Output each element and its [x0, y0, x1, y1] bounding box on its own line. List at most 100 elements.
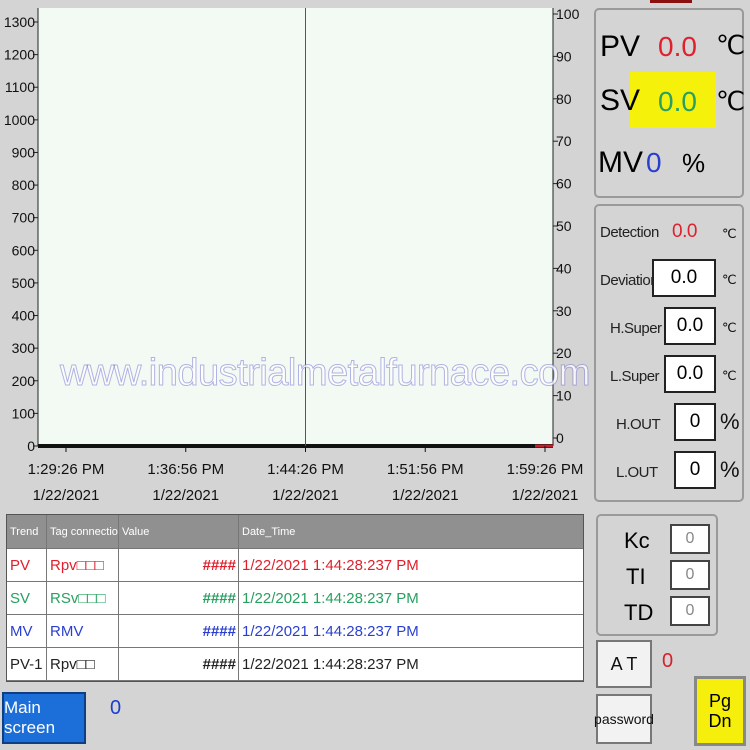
header-trend: Trend [7, 515, 47, 548]
watermark: www.industrialmetalfurnace.com [60, 352, 591, 395]
tag-cell: Rpv□□□ [47, 549, 119, 581]
pid-panel: Kc 0 TI 0 TD 0 [596, 514, 718, 636]
left-tick-label: 900 [12, 144, 36, 160]
auto-tune-status: 0 [662, 650, 674, 672]
mv-unit: % [682, 148, 706, 178]
left-tick-label: 1200 [4, 47, 35, 63]
value-cell: #### [119, 615, 239, 647]
td-input[interactable]: 0 [670, 596, 710, 626]
header-tag-connection: Tag connection [47, 515, 119, 548]
date-cell: 1/22/2021 1:44:28:237 PM [242, 655, 419, 673]
lsuper-unit: ℃ [722, 368, 737, 383]
value-cell: #### [119, 582, 239, 614]
ti-input[interactable]: 0 [670, 560, 710, 590]
trend-table: Trend Tag connection Value Date_Time PV R… [6, 514, 584, 682]
sv-unit: ℃ [716, 86, 746, 116]
right-tick-label: 70 [556, 133, 572, 149]
page-down-label-2: Dn [708, 711, 732, 731]
hsuper-label: H.Super [610, 320, 662, 337]
sv-label: SV [600, 84, 641, 117]
mv-value: 0 [646, 147, 662, 178]
hout-unit: % [720, 409, 740, 434]
tag-cell: RMV [47, 615, 119, 647]
deviation-unit: ℃ [722, 272, 737, 287]
x-tick-date: 1/22/2021 [33, 487, 100, 504]
left-tick-label: 800 [12, 177, 36, 193]
password-button[interactable]: password [594, 694, 654, 744]
trend-cell: PV [7, 549, 47, 581]
left-tick-label: 300 [12, 340, 36, 356]
main-screen-button[interactable]: Main screen [2, 692, 86, 744]
lsuper-input[interactable]: 0.0 [664, 355, 716, 393]
top-indicator-bar [650, 0, 692, 3]
left-tick-label: 100 [12, 405, 36, 421]
right-tick-label: 40 [556, 260, 572, 276]
lsuper-label: L.Super [610, 368, 660, 385]
trend-cell: PV-1 [7, 648, 47, 680]
left-tick-label: 400 [12, 308, 36, 324]
left-tick-label: 1100 [5, 79, 35, 95]
value-cell: #### [119, 648, 239, 680]
pv-value: 0.0 [658, 31, 697, 62]
page-down-label-1: Pg [708, 691, 732, 711]
table-header-row: Trend Tag connection Value Date_Time [7, 515, 583, 549]
table-row: MV RMV #### 1/22/2021 1:44:28:237 PM [7, 615, 583, 648]
right-tick-label: 90 [556, 48, 572, 64]
main-screen-value: 0 [110, 697, 122, 719]
left-tick-label: 600 [12, 242, 36, 258]
lout-unit: % [720, 457, 740, 482]
right-tick-label: 60 [556, 176, 572, 192]
x-tick-date: 1/22/2021 [152, 487, 219, 504]
trend-cell: MV [7, 615, 47, 647]
x-tick-time: 1:36:56 PM [147, 461, 224, 478]
date-cell: 1/22/2021 1:44:28:237 PM [242, 622, 419, 640]
auto-tune-button[interactable]: A T [596, 640, 652, 688]
x-tick-time: 1:29:26 PM [28, 461, 105, 478]
left-tick-label: 200 [12, 373, 36, 389]
left-tick-label: 500 [12, 275, 36, 291]
left-tick-label: 700 [12, 210, 36, 226]
x-tick-date: 1/22/2021 [512, 487, 579, 504]
hsuper-unit: ℃ [722, 320, 737, 335]
header-date-time: Date_Time [242, 525, 296, 538]
trend-cell: SV [7, 582, 47, 614]
left-tick-label: 1000 [4, 112, 35, 128]
process-value-panel: PV 0.0 ℃ SV 0.0 ℃ MV 0 % [594, 8, 746, 198]
kc-input[interactable]: 0 [670, 524, 710, 554]
trend-chart: 0 100 200 300 400 500 600 700 800 900 1000 1100 1200… [0, 0, 592, 512]
table-row: PV-1 Rpv□□ #### 1/22/2021 1:44:28:237 PM [7, 648, 583, 681]
x-tick-time: 1:44:26 PM [267, 461, 344, 478]
header-value: Value [119, 515, 239, 548]
kc-label: Kc [624, 528, 650, 553]
date-cell: 1/22/2021 1:44:28:237 PM [242, 589, 419, 607]
detection-label: Detection [600, 224, 659, 241]
page-down-button[interactable]: Pg Dn [694, 676, 746, 746]
alarm-settings-panel: Detection 0.0 ℃ Deviation 0.0 ℃ H.Super … [594, 204, 744, 502]
tag-cell: RSv□□□ [47, 582, 119, 614]
mv-label: MV [598, 146, 643, 179]
tag-cell: Rpv□□ [47, 648, 119, 680]
sv-value[interactable]: 0.0 [658, 86, 697, 118]
lout-input[interactable]: 0 [674, 451, 716, 489]
x-tick-time: 1:51:56 PM [387, 461, 464, 478]
left-tick-label: 0 [27, 438, 35, 454]
trend-chart-svg: 0100200300400500600700800900100011001200… [4, 6, 584, 504]
deviation-input[interactable]: 0.0 [652, 259, 716, 297]
td-label: TD [624, 600, 654, 625]
detection-value: 0.0 [672, 221, 697, 242]
right-tick-label: 100 [556, 6, 580, 22]
detection-unit: ℃ [722, 226, 737, 241]
x-tick-date: 1/22/2021 [272, 487, 339, 504]
hout-input[interactable]: 0 [674, 403, 716, 441]
pv-label: PV [600, 30, 641, 63]
x-tick-time: 1:59:26 PM [507, 461, 584, 478]
table-row: PV Rpv□□□ #### 1/22/2021 1:44:28:237 PM [7, 549, 583, 582]
right-tick-label: 0 [556, 430, 564, 446]
right-tick-label: 80 [556, 91, 572, 107]
right-tick-label: 50 [556, 218, 572, 234]
deviation-label: Deviation [600, 272, 659, 289]
pv-unit: ℃ [716, 30, 746, 60]
hsuper-input[interactable]: 0.0 [664, 307, 716, 345]
table-row: SV RSv□□□ #### 1/22/2021 1:44:28:237 PM [7, 582, 583, 615]
x-tick-date: 1/22/2021 [392, 487, 459, 504]
